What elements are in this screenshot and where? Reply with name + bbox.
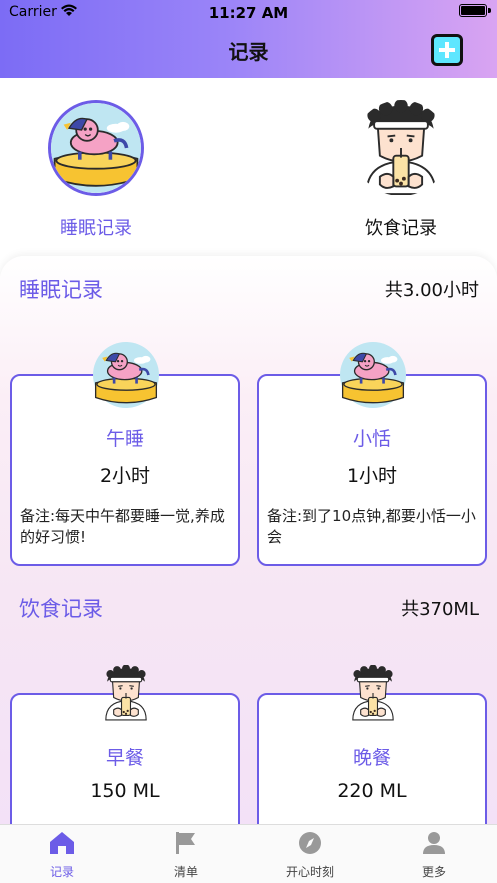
tab-label: 清单 [173,865,198,879]
food-record-selector[interactable]: 饮食记录 [326,100,476,240]
unicorn-float-icon [48,100,144,196]
card-value: 150 ML [90,780,160,802]
sleep-selector-label: 睡眠记录 [60,218,132,239]
plus-square-icon [439,42,455,58]
compass-icon [299,832,321,854]
tab-label: 更多 [421,865,446,879]
status-bar: Carrier 11:27 AM [0,0,497,26]
unicorn-float-icon [338,342,408,412]
card-value: 2小时 [99,465,151,487]
tab-more[interactable]: 更多 [394,831,474,880]
page-title: 记录 [228,40,269,64]
card-note: 备注:每天中午都要睡一觉,养成的好习惯! [20,507,225,546]
boba-boy-icon [353,100,449,196]
battery-icon [459,4,491,17]
tab-list[interactable]: 清单 [146,831,226,880]
boba-boy-icon [98,660,154,730]
card-title: 小恬 [352,428,391,450]
food-total: 共370ML [401,599,479,620]
card-title: 早餐 [105,747,144,769]
boba-boy-icon [345,660,401,730]
food-selector-label: 饮食记录 [365,218,437,239]
sleep-section-title: 睡眠记录 [19,278,103,302]
card-value: 1小时 [346,465,398,487]
top-header: Carrier 11:27 AM 记录 [0,0,497,78]
bottom-tab-bar: 记录 清单 开心时刻 更多 [0,824,497,883]
food-section-title: 饮食记录 [19,597,103,621]
card-title: 晚餐 [352,747,391,769]
status-time: 11:27 AM [208,4,289,22]
records-panel: 睡眠记录 共3.00小时 午睡 2小时 备注:每天中午都要睡一觉,养成的好习惯!… [0,256,497,826]
home-icon [50,832,74,854]
flag-icon [176,832,195,854]
add-record-button[interactable] [431,34,463,66]
tab-label: 记录 [49,865,74,879]
card-value: 220 ML [337,780,407,802]
card-title: 午睡 [105,428,144,450]
unicorn-float-icon [91,342,161,412]
sleep-record-selector[interactable]: 睡眠记录 [21,100,171,240]
tab-records[interactable]: 记录 [22,831,102,880]
person-icon [423,832,445,854]
tab-label: 开心时刻 [285,865,334,879]
card-note: 备注:到了10点钟,都要小恬一小会 [267,507,476,546]
sleep-total: 共3.00小时 [384,280,479,301]
tab-happy-moments[interactable]: 开心时刻 [270,831,350,880]
